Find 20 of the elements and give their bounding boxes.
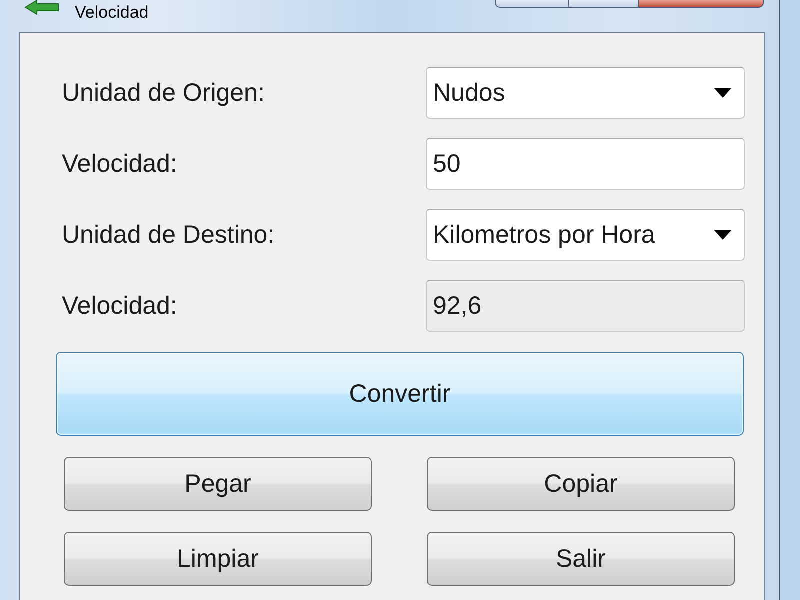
exit-button[interactable]: Salir: [427, 532, 735, 586]
field-label: Unidad de Destino:: [62, 220, 275, 250]
convert-button[interactable]: Convertir: [56, 352, 744, 436]
minimize-button[interactable]: [495, 0, 569, 8]
arrow-icon: [25, 0, 59, 15]
clear-button[interactable]: Limpiar: [64, 532, 372, 586]
field-label: Velocidad:: [62, 291, 178, 321]
close-button[interactable]: [639, 0, 764, 8]
maximize-button[interactable]: [569, 0, 639, 8]
caret-icon: [714, 230, 732, 240]
field-label: Unidad de Origen:: [62, 78, 265, 108]
dropdown[interactable]: Kilometros por Hora: [426, 209, 745, 261]
result-field: 92,6: [426, 280, 745, 332]
field-label: Velocidad:: [62, 149, 178, 179]
text-input[interactable]: 50: [426, 138, 745, 190]
paste-button[interactable]: Pegar: [64, 457, 372, 511]
copy-button[interactable]: Copiar: [427, 457, 735, 511]
caret-icon: [714, 88, 732, 98]
dropdown[interactable]: Nudos: [426, 67, 745, 119]
window-title: Velocidad: [75, 3, 149, 23]
